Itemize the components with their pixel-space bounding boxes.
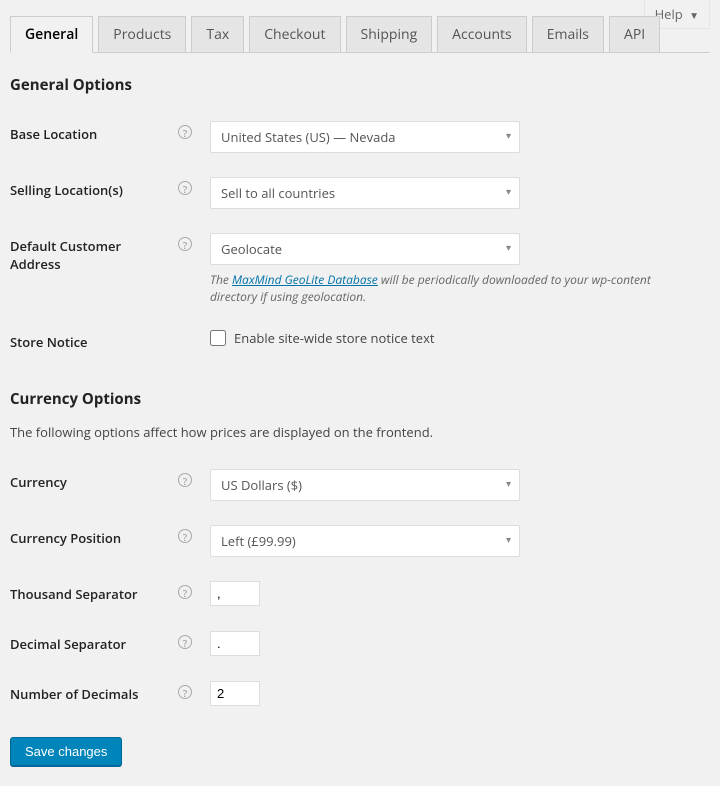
general-options-heading: General Options <box>10 75 710 95</box>
help-icon[interactable]: ? <box>178 635 192 649</box>
selling-locations-select[interactable]: Sell to all countries <box>210 177 520 209</box>
currency-options-heading: Currency Options <box>10 389 710 409</box>
geolocate-description: The MaxMind GeoLite Database will be per… <box>210 271 690 305</box>
number-of-decimals-label: Number of Decimals <box>10 685 138 703</box>
currency-intro: The following options affect how prices … <box>10 423 710 441</box>
currency-position-select[interactable]: Left (£99.99) <box>210 525 520 557</box>
help-icon[interactable]: ? <box>178 181 192 195</box>
tab-checkout[interactable]: Checkout <box>249 16 340 52</box>
maxmind-link[interactable]: MaxMind GeoLite Database <box>232 271 378 288</box>
tab-tax[interactable]: Tax <box>191 16 244 52</box>
base-location-label: Base Location <box>10 125 97 143</box>
selling-locations-label: Selling Location(s) <box>10 181 123 199</box>
help-icon[interactable]: ? <box>178 685 192 699</box>
settings-tabs: General Products Tax Checkout Shipping A… <box>10 16 710 53</box>
tab-shipping[interactable]: Shipping <box>346 16 433 52</box>
number-of-decimals-input[interactable] <box>210 681 260 706</box>
tab-products[interactable]: Products <box>98 16 186 52</box>
tab-general[interactable]: General <box>10 16 93 53</box>
base-location-value: United States (US) — Nevada <box>221 128 396 146</box>
currency-label: Currency <box>10 473 67 491</box>
currency-position-value: Left (£99.99) <box>221 532 296 550</box>
store-notice-checkbox-label[interactable]: Enable site-wide store notice text <box>234 329 435 347</box>
thousand-separator-label: Thousand Separator <box>10 585 138 603</box>
decimal-separator-label: Decimal Separator <box>10 635 126 653</box>
help-icon[interactable]: ? <box>178 473 192 487</box>
save-changes-button[interactable]: Save changes <box>10 737 122 766</box>
default-customer-address-value: Geolocate <box>221 240 282 258</box>
currency-select[interactable]: US Dollars ($) <box>210 469 520 501</box>
tab-accounts[interactable]: Accounts <box>437 16 527 52</box>
default-customer-address-select[interactable]: Geolocate <box>210 233 520 265</box>
thousand-separator-input[interactable] <box>210 581 260 606</box>
decimal-separator-input[interactable] <box>210 631 260 656</box>
store-notice-checkbox[interactable] <box>210 330 226 346</box>
default-customer-address-label: Default Customer Address <box>10 237 174 273</box>
currency-position-label: Currency Position <box>10 529 121 547</box>
tab-api[interactable]: API <box>609 16 660 52</box>
help-icon[interactable]: ? <box>178 585 192 599</box>
help-icon[interactable]: ? <box>178 125 192 139</box>
base-location-select[interactable]: United States (US) — Nevada <box>210 121 520 153</box>
store-notice-label: Store Notice <box>10 333 88 351</box>
tab-emails[interactable]: Emails <box>532 16 604 52</box>
currency-value: US Dollars ($) <box>221 476 302 494</box>
help-icon[interactable]: ? <box>178 529 192 543</box>
help-icon[interactable]: ? <box>178 237 192 251</box>
selling-locations-value: Sell to all countries <box>221 184 335 202</box>
